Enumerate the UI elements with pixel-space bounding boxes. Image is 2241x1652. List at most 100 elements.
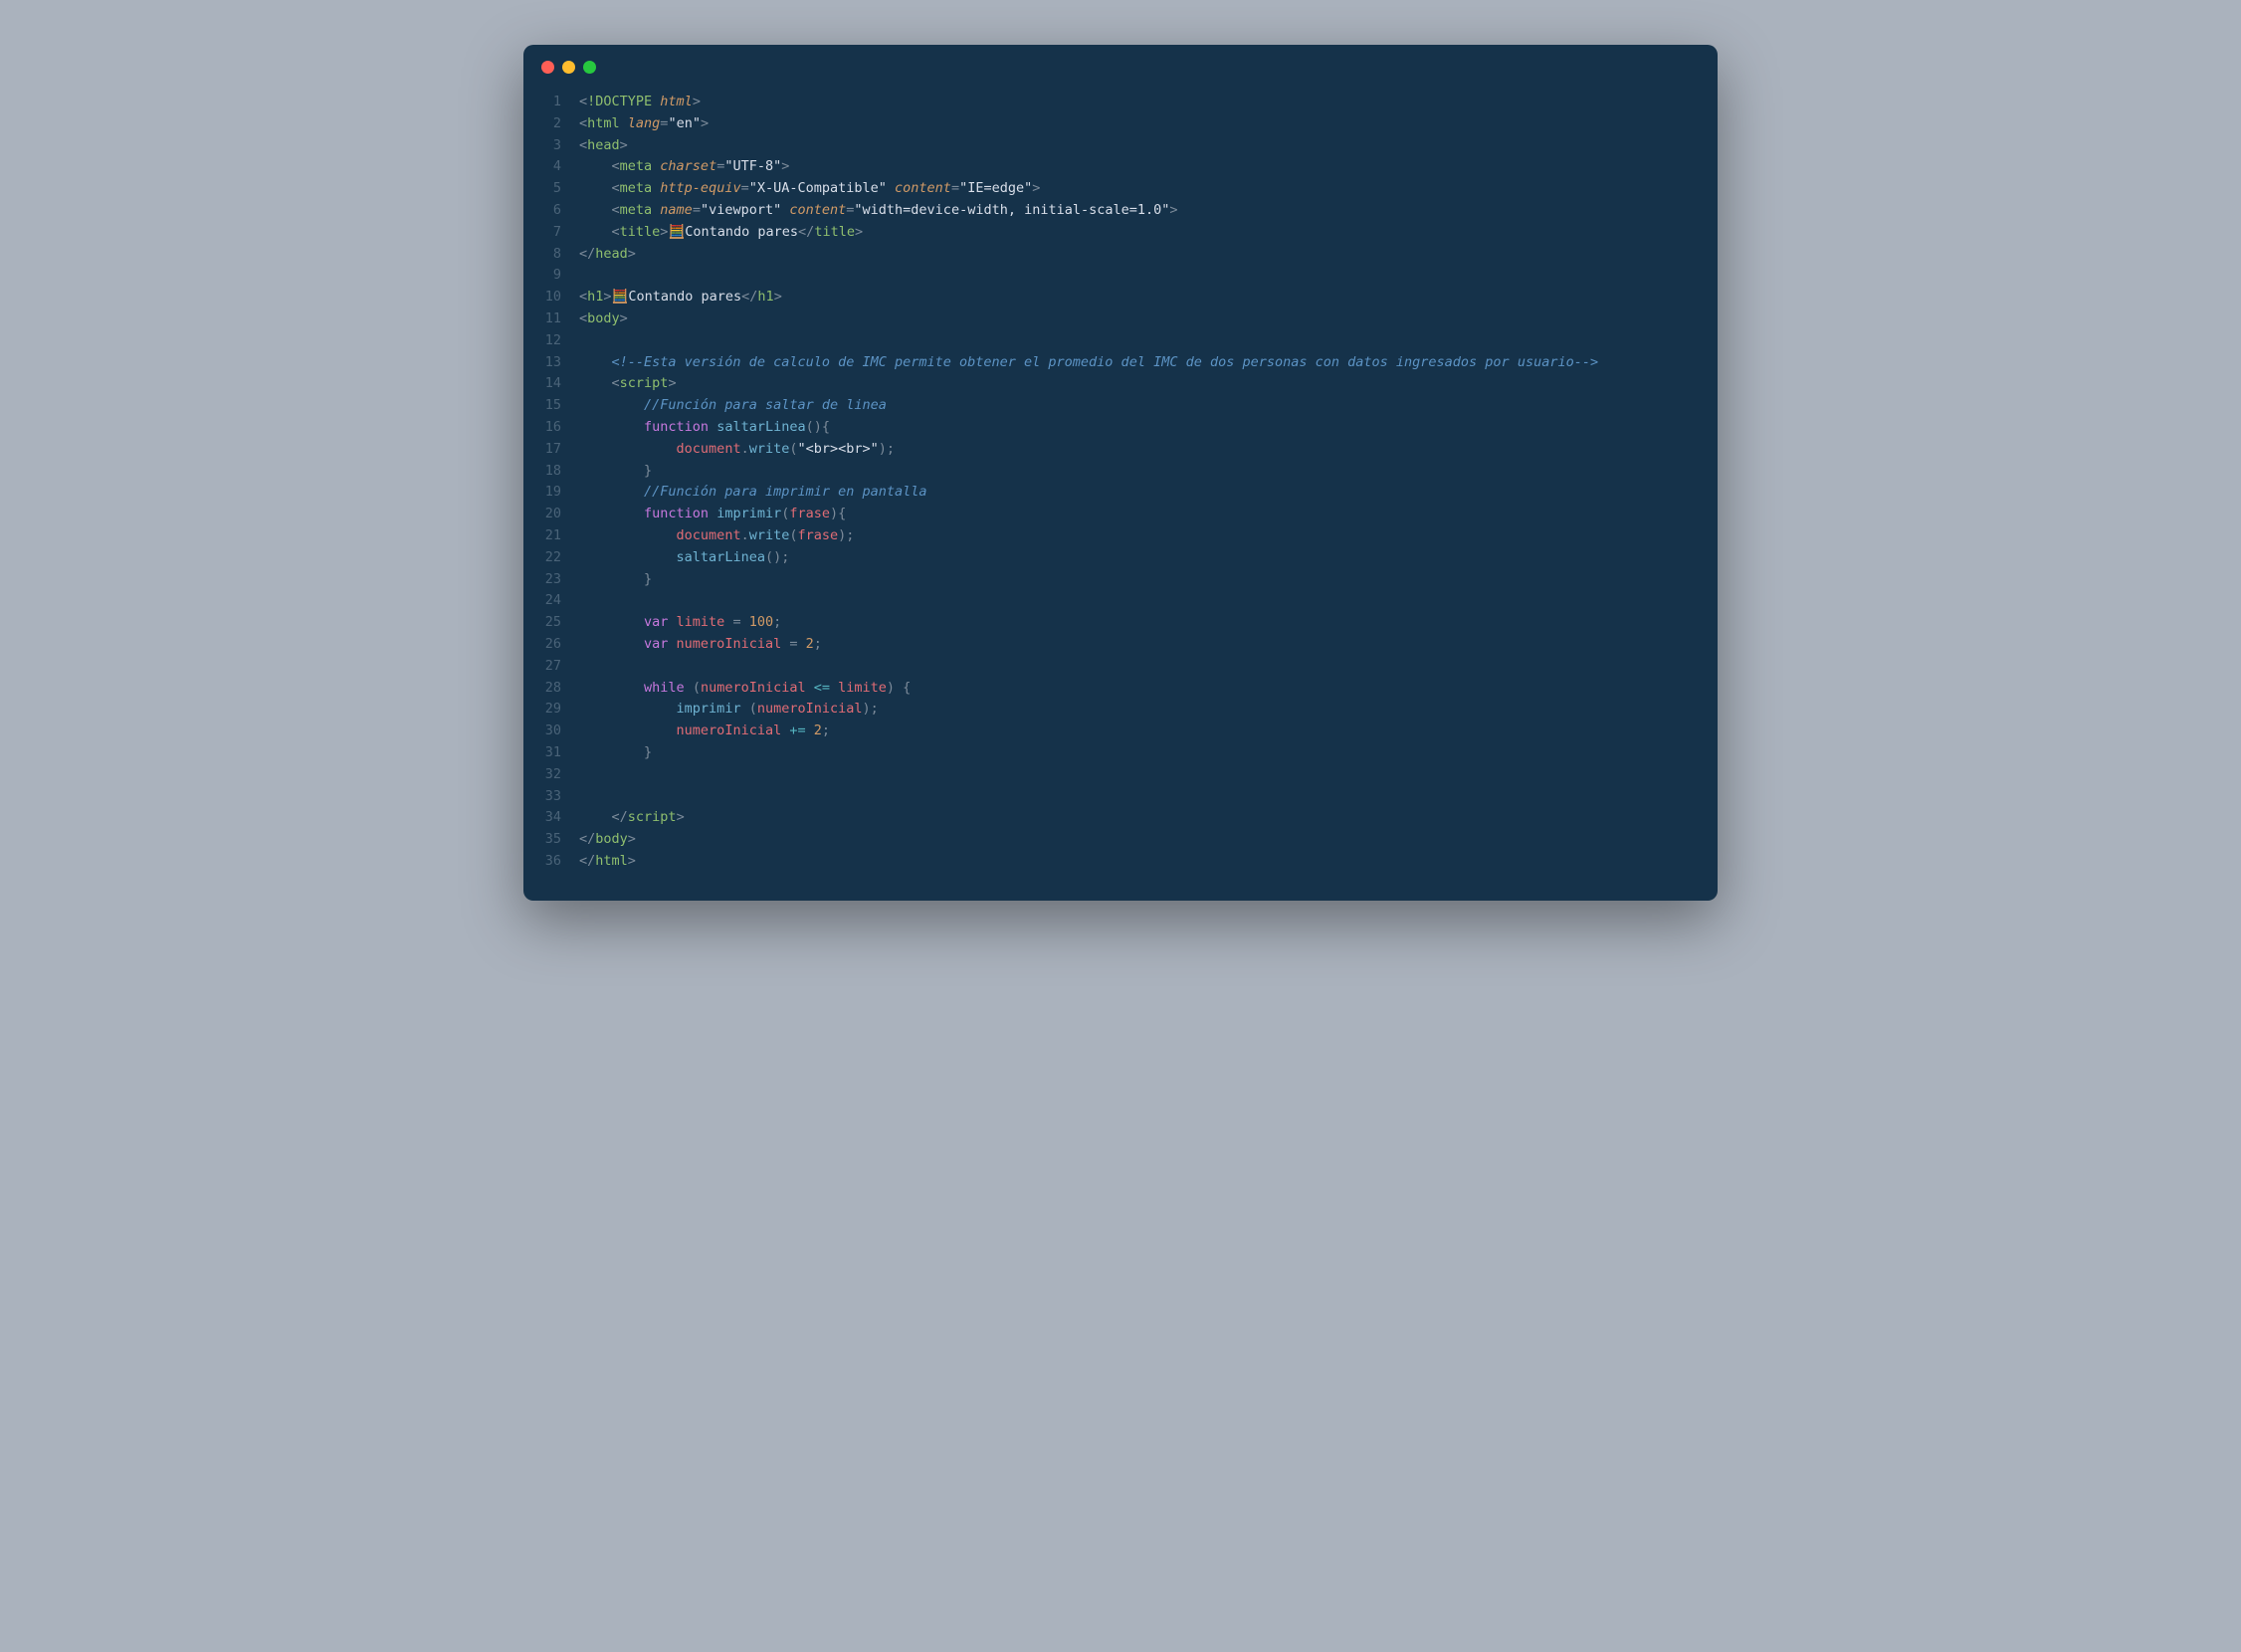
code-line[interactable]: 22 saltarLinea(); [523,547,1718,569]
line-content[interactable]: //Función para saltar de linea [579,395,1718,417]
line-content[interactable]: imprimir (numeroInicial); [579,699,1718,721]
code-line[interactable]: 1<!DOCTYPE html> [523,92,1718,113]
code-line[interactable]: 26 var numeroInicial = 2; [523,634,1718,656]
line-content[interactable]: } [579,742,1718,764]
code-line[interactable]: 28 while (numeroInicial <= limite) { [523,678,1718,700]
line-number: 4 [523,156,579,178]
code-line[interactable]: 15 //Función para saltar de linea [523,395,1718,417]
line-content[interactable]: </head> [579,244,1718,266]
line-content[interactable]: <h1>🧮Contando pares</h1> [579,287,1718,309]
code-line[interactable]: 13 <!--Esta versión de calculo de IMC pe… [523,352,1718,374]
line-number: 25 [523,612,579,634]
code-line[interactable]: 4 <meta charset="UTF-8"> [523,156,1718,178]
line-number: 34 [523,807,579,829]
code-line[interactable]: 6 <meta name="viewport" content="width=d… [523,200,1718,222]
code-line[interactable]: 19 //Función para imprimir en pantalla [523,482,1718,504]
line-content[interactable]: saltarLinea(); [579,547,1718,569]
token-punc: = [781,636,805,652]
line-content[interactable] [579,590,1718,612]
line-content[interactable]: function imprimir(frase){ [579,504,1718,525]
code-line[interactable]: 3<head> [523,135,1718,157]
code-line[interactable]: 8</head> [523,244,1718,266]
line-content[interactable]: while (numeroInicial <= limite) { [579,678,1718,700]
code-line[interactable]: 31 } [523,742,1718,764]
line-content[interactable]: numeroInicial += 2; [579,721,1718,742]
token-text [579,158,612,174]
token-kw: function [644,506,716,521]
line-number: 13 [523,352,579,374]
token-tag: script [628,809,677,825]
code-line[interactable]: 23 } [523,569,1718,591]
line-content[interactable]: document.write("<br><br>"); [579,439,1718,461]
line-content[interactable]: var numeroInicial = 2; [579,634,1718,656]
code-line[interactable]: 10<h1>🧮Contando pares</h1> [523,287,1718,309]
line-number: 20 [523,504,579,525]
line-content[interactable]: <meta name="viewport" content="width=dev… [579,200,1718,222]
token-punc: > [668,375,676,391]
code-line[interactable]: 33 [523,786,1718,808]
line-content[interactable]: <!DOCTYPE html> [579,92,1718,113]
zoom-icon[interactable] [583,61,596,74]
code-line[interactable]: 14 <script> [523,373,1718,395]
token-op: += [781,723,814,738]
code-editor[interactable]: 1<!DOCTYPE html>2<html lang="en">3<head>… [523,84,1718,901]
line-content[interactable]: </html> [579,851,1718,873]
line-content[interactable]: <meta charset="UTF-8"> [579,156,1718,178]
token-punc: ; [773,614,781,630]
line-content[interactable]: } [579,569,1718,591]
code-line[interactable]: 18 } [523,461,1718,483]
minimize-icon[interactable] [562,61,575,74]
token-punc: = [951,180,959,196]
line-content[interactable]: <meta http-equiv="X-UA-Compatible" conte… [579,178,1718,200]
line-content[interactable] [579,764,1718,786]
line-content[interactable]: var limite = 100; [579,612,1718,634]
close-icon[interactable] [541,61,554,74]
line-content[interactable]: } [579,461,1718,483]
line-content[interactable]: document.write(frase); [579,525,1718,547]
line-content[interactable]: //Función para imprimir en pantalla [579,482,1718,504]
code-line[interactable]: 34 </script> [523,807,1718,829]
code-line[interactable]: 24 [523,590,1718,612]
token-punc: } [579,463,652,479]
line-content[interactable]: <head> [579,135,1718,157]
code-line[interactable]: 16 function saltarLinea(){ [523,417,1718,439]
code-line[interactable]: 21 document.write(frase); [523,525,1718,547]
line-content[interactable]: </body> [579,829,1718,851]
line-content[interactable]: <!--Esta versión de calculo de IMC permi… [579,352,1718,374]
token-tag: head [587,137,620,153]
token-punc: = [724,614,748,630]
code-line[interactable]: 11<body> [523,309,1718,330]
code-line[interactable]: 32 [523,764,1718,786]
line-content[interactable] [579,265,1718,287]
line-content[interactable] [579,656,1718,678]
code-line[interactable]: 17 document.write("<br><br>"); [523,439,1718,461]
token-tag: title [620,224,661,240]
line-content[interactable]: function saltarLinea(){ [579,417,1718,439]
code-line[interactable]: 25 var limite = 100; [523,612,1718,634]
code-line[interactable]: 9 [523,265,1718,287]
code-line[interactable]: 20 function imprimir(frase){ [523,504,1718,525]
code-line[interactable]: 5 <meta http-equiv="X-UA-Compatible" con… [523,178,1718,200]
code-line[interactable]: 36</html> [523,851,1718,873]
code-line[interactable]: 12 [523,330,1718,352]
code-line[interactable]: 27 [523,656,1718,678]
line-content[interactable]: <title>🧮Contando pares</title> [579,222,1718,244]
token-punc: ; [814,636,822,652]
code-line[interactable]: 29 imprimir (numeroInicial); [523,699,1718,721]
code-line[interactable]: 30 numeroInicial += 2; [523,721,1718,742]
line-content[interactable]: <script> [579,373,1718,395]
code-line[interactable]: 7 <title>🧮Contando pares</title> [523,222,1718,244]
token-punc: > [1032,180,1040,196]
line-content[interactable]: <body> [579,309,1718,330]
token-punc: </ [579,831,595,847]
line-content[interactable] [579,330,1718,352]
token-punc: < [579,94,587,109]
token-text [579,484,644,500]
line-number: 18 [523,461,579,483]
line-content[interactable]: </script> [579,807,1718,829]
code-line[interactable]: 2<html lang="en"> [523,113,1718,135]
line-content[interactable] [579,786,1718,808]
line-number: 31 [523,742,579,764]
line-content[interactable]: <html lang="en"> [579,113,1718,135]
code-line[interactable]: 35</body> [523,829,1718,851]
